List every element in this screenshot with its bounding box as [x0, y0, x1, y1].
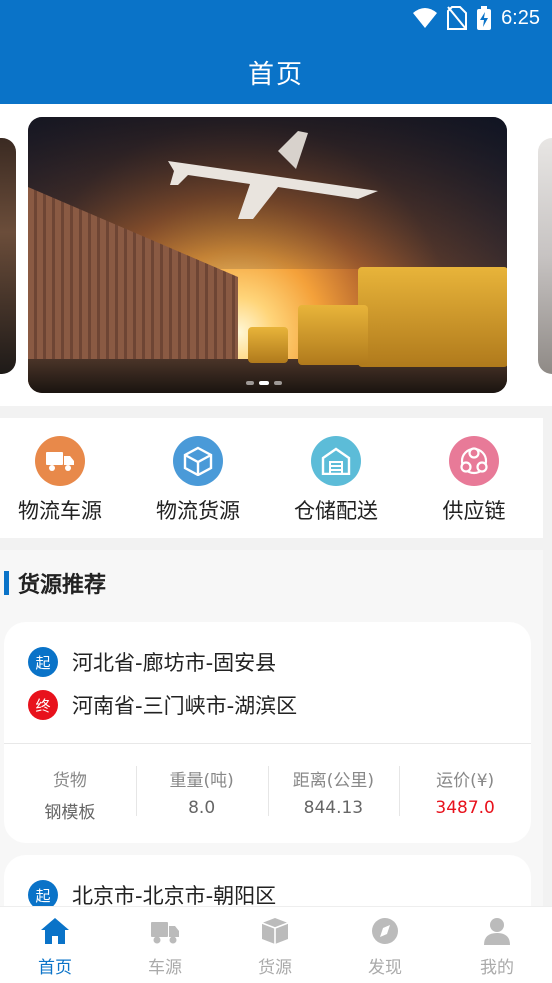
stat-cargo: 货物 钢模板: [4, 766, 136, 823]
tab-label: 车源: [148, 958, 182, 978]
stat-key: 重量(吨): [169, 771, 234, 791]
stat-key: 运价(¥): [436, 771, 495, 791]
cargo-card[interactable]: 起 河北省-廊坊市-固安县 终 河南省-三门峡市-湖滨区 货物 钢模板 重量(吨…: [4, 622, 531, 843]
tab-vehicle-source[interactable]: 车源: [110, 917, 220, 978]
route-start: 起 河北省-廊坊市-固安县: [28, 647, 276, 677]
banner-dot[interactable]: [246, 381, 254, 385]
quick-menu-label: 供应链: [442, 499, 506, 523]
quick-menu-cargo-source[interactable]: 物流货源: [133, 436, 263, 525]
app-bar: 首页: [0, 40, 552, 104]
stat-value: 3487.0: [435, 798, 495, 818]
package-icon: [261, 918, 289, 944]
compass-icon: [372, 918, 398, 944]
user-icon: [484, 918, 510, 945]
wifi-icon: [413, 8, 438, 28]
stat-value: 844.13: [303, 798, 364, 818]
status-icons: 6:25: [413, 6, 540, 30]
stat-key: 距离(公里): [292, 771, 374, 791]
quick-menu: 物流车源 物流货源 仓储配送 供应链: [0, 418, 543, 538]
stat-value: 钢模板: [44, 803, 96, 823]
tab-home[interactable]: 首页: [0, 917, 110, 978]
banner-dot[interactable]: [259, 381, 269, 385]
tab-label: 我的: [480, 958, 514, 978]
cargo-stats: 货物 钢模板 重量(吨) 8.0 距离(公里) 844.13 运价(¥) 348…: [4, 766, 531, 823]
quick-menu-label: 物流货源: [156, 499, 240, 523]
start-tag: 起: [28, 647, 58, 677]
end-tag: 终: [28, 690, 58, 720]
section-header: 货源推荐: [4, 567, 106, 599]
tab-label: 发现: [368, 958, 402, 978]
card-divider: [4, 743, 531, 744]
status-bar: 6:25: [0, 0, 552, 40]
quick-menu-vehicle-source[interactable]: 物流车源: [0, 436, 125, 525]
status-time: 6:25: [501, 6, 540, 29]
banner-slide[interactable]: [28, 117, 507, 393]
banner-next-slide[interactable]: [538, 138, 552, 374]
no-sim-icon: [447, 6, 468, 30]
stat-price: 运价(¥) 3487.0: [399, 766, 531, 823]
truck-image-small: [248, 327, 288, 363]
box-icon: [173, 436, 223, 486]
end-location: 河南省-三门峡市-湖滨区: [72, 694, 298, 718]
banner-indicator: [246, 381, 282, 385]
tab-label: 首页: [38, 958, 72, 978]
battery-charging-icon: [477, 6, 492, 30]
page-title: 首页: [247, 59, 304, 90]
truck-image-large: [358, 267, 507, 367]
section-accent-bar: [4, 571, 9, 595]
quick-menu-label: 物流车源: [18, 499, 102, 523]
stat-key: 货物: [52, 771, 87, 791]
section-title: 货源推荐: [18, 573, 107, 598]
tab-label: 货源: [258, 958, 292, 978]
quick-menu-supply-chain[interactable]: 供应链: [409, 436, 539, 525]
stat-distance: 距离(公里) 844.13: [267, 766, 400, 823]
tab-cargo-source[interactable]: 货源: [220, 917, 330, 978]
tab-discover[interactable]: 发现: [330, 917, 440, 978]
banner-prev-slide[interactable]: [0, 138, 16, 374]
warehouse-icon: [311, 436, 361, 486]
airplane-image: [168, 131, 378, 219]
truck-icon: [35, 436, 85, 486]
stat-weight: 重量(吨) 8.0: [135, 766, 268, 823]
banner-carousel[interactable]: [0, 104, 552, 406]
stat-value: 8.0: [188, 798, 216, 818]
quick-menu-label: 仓储配送: [294, 499, 378, 523]
truck-icon: [151, 922, 179, 944]
bottom-tab-bar: 首页 车源 货源 发现 我的: [0, 906, 552, 983]
start-location: 河北省-廊坊市-固安县: [72, 651, 277, 675]
quick-menu-warehousing[interactable]: 仓储配送: [271, 436, 401, 525]
supply-chain-icon: [449, 436, 499, 486]
tab-profile[interactable]: 我的: [442, 917, 552, 978]
banner-dot[interactable]: [274, 381, 282, 385]
home-icon: [41, 918, 69, 944]
route-end: 终 河南省-三门峡市-湖滨区: [28, 690, 297, 720]
cargo-recommend-section: 货源推荐 起 河北省-廊坊市-固安县 终 河南省-三门峡市-湖滨区 货物 钢模板…: [0, 550, 543, 975]
truck-image-medium: [298, 305, 368, 365]
